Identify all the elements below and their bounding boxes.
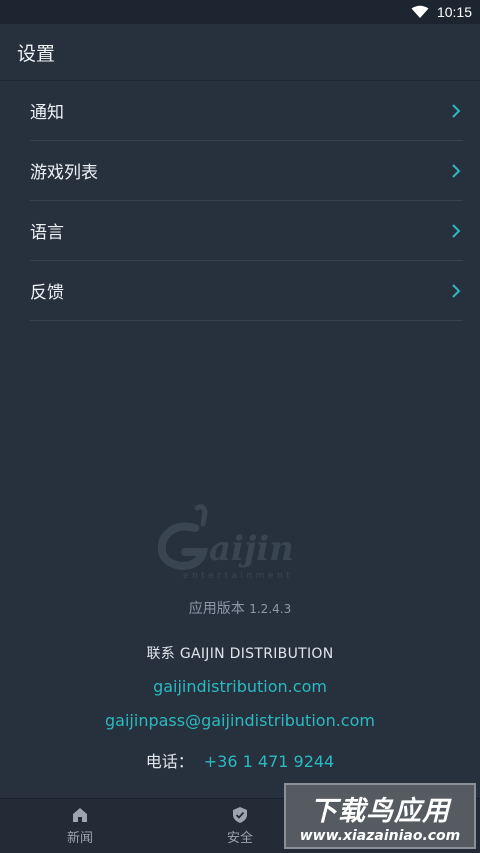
phone-label: 电话： xyxy=(145,752,194,771)
menu-item-language[interactable]: 语言 xyxy=(30,201,463,261)
wifi-icon xyxy=(411,5,429,18)
menu-item-label: 游戏列表 xyxy=(30,163,98,183)
clock: 10:15 xyxy=(436,4,472,20)
tab-news[interactable]: 新闻 xyxy=(0,799,160,853)
gaijin-logo-mark: aijin entertainment xyxy=(157,504,294,581)
chevron-right-icon xyxy=(452,163,461,178)
page-header: 设置 xyxy=(0,24,480,81)
settings-menu: 通知 游戏列表 语言 反馈 xyxy=(0,81,480,321)
status-bar: 10:15 xyxy=(0,0,480,24)
version-number: 1.2.4.3 xyxy=(249,602,292,616)
tab-label: 新闻 xyxy=(66,831,93,846)
svg-text:entertainment: entertainment xyxy=(183,571,293,581)
tab-label: 安全 xyxy=(226,831,253,846)
svg-text:aijin: aijin xyxy=(209,529,294,569)
menu-item-game-list[interactable]: 游戏列表 xyxy=(30,141,463,201)
phone-line: 电话： +36 1 471 9244 xyxy=(0,748,480,772)
email-link[interactable]: gaijinpass@gaijindistribution.com xyxy=(0,711,480,730)
gaijin-logo: aijin entertainment xyxy=(0,500,480,582)
chevron-right-icon xyxy=(452,283,461,298)
menu-item-label: 反馈 xyxy=(30,283,64,303)
version-label: 应用版本 xyxy=(188,601,245,617)
menu-item-notifications[interactable]: 通知 xyxy=(30,81,463,141)
chevron-right-icon xyxy=(452,103,461,118)
menu-item-feedback[interactable]: 反馈 xyxy=(30,261,463,321)
phone-link[interactable]: +36 1 471 9244 xyxy=(204,752,334,771)
menu-item-label: 通知 xyxy=(30,103,64,123)
shield-icon xyxy=(233,807,247,823)
watermark: 下载鸟应用 www.xiazainiao.com xyxy=(284,783,476,849)
watermark-url: www.xiazainiao.com xyxy=(299,827,461,844)
watermark-title: 下载鸟应用 xyxy=(310,795,450,827)
app-version: 应用版本 1.2.4.3 xyxy=(0,598,480,618)
website-link[interactable]: gaijindistribution.com xyxy=(0,677,480,696)
chevron-right-icon xyxy=(452,223,461,238)
home-icon xyxy=(73,808,87,822)
menu-item-label: 语言 xyxy=(30,223,64,243)
contact-heading: 联系 GAIJIN DISTRIBUTION xyxy=(146,646,334,662)
page-title: 设置 xyxy=(17,42,56,65)
